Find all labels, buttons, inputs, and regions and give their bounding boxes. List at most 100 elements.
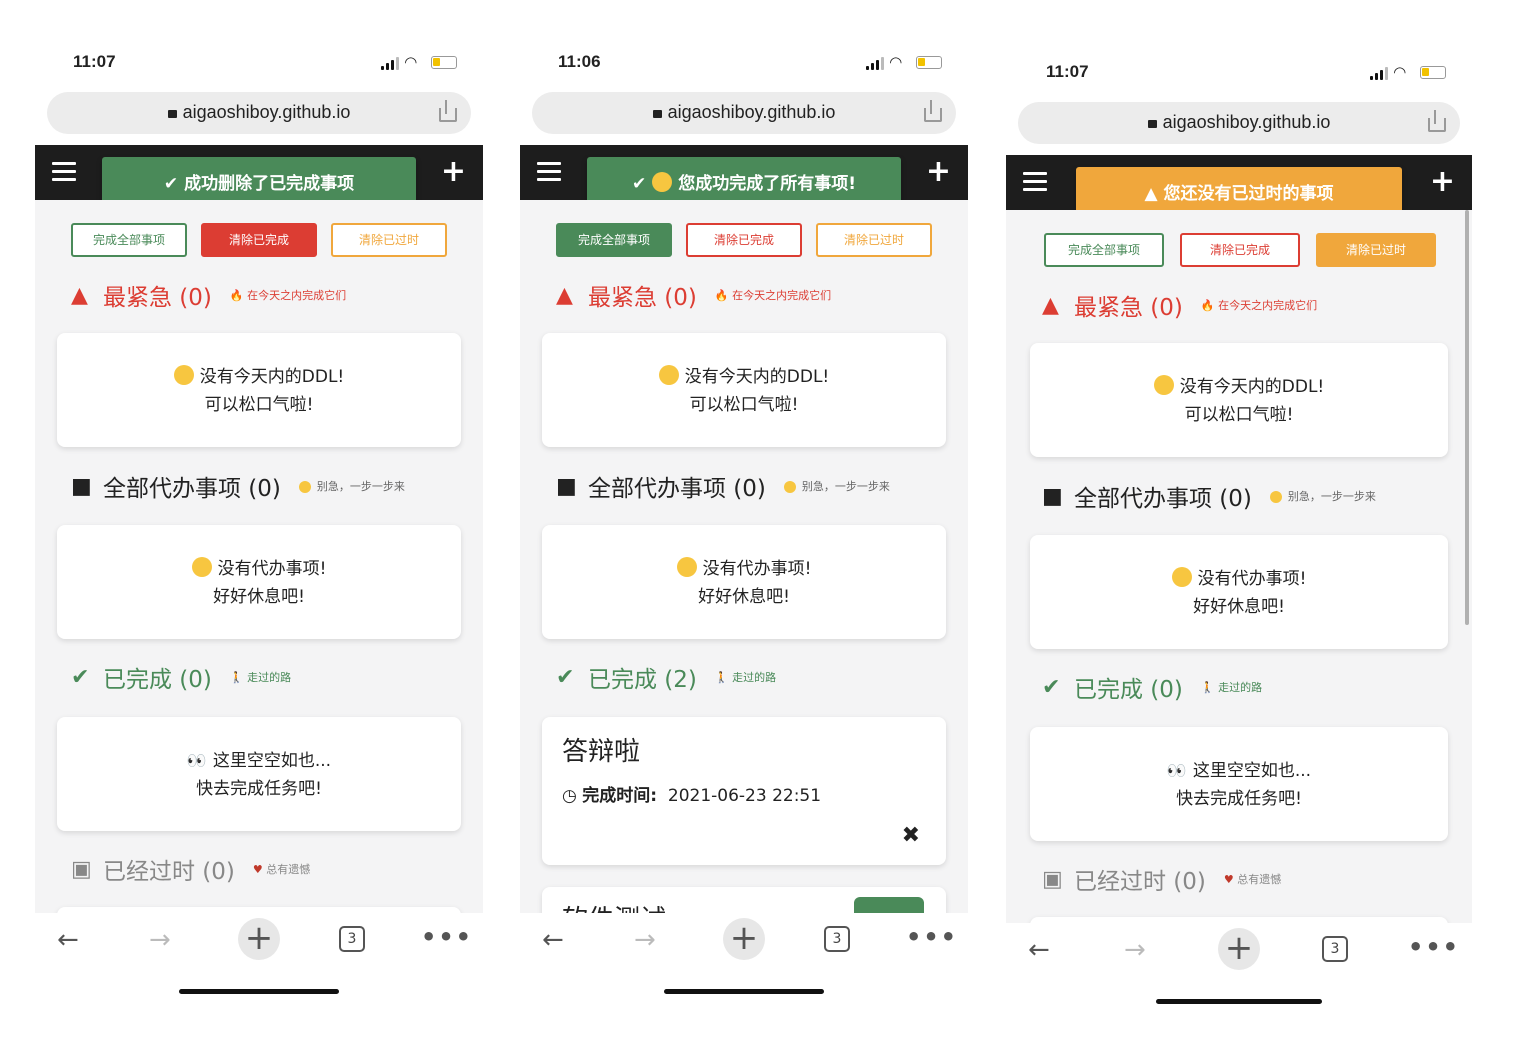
main-content: 完成全部事项 清除已完成 清除已过时 ▲ 最紧急 (0) 🔥 在今天之内完成它们 没… (1006, 210, 1472, 923)
new-tab-icon[interactable]: + (1218, 928, 1260, 970)
overdue-section-header: ▣ 已经过时 (0) ♥ 总有遗憾 (71, 852, 310, 888)
urgent-hint: 在今天之内完成它们 (1218, 299, 1318, 312)
main-content: 完成全部事项 清除已完成 清除已过时 ▲ 最紧急 (0) 🔥 在今天之内完成它们 没… (520, 200, 968, 913)
urgent-empty-line1: 没有今天内的DDL! (199, 367, 345, 387)
status-icons: ◠ (866, 54, 946, 72)
url-text: aigaoshiboy.github.io (667, 102, 836, 122)
status-icons: ◠ (1370, 64, 1450, 82)
todo-section-header: ■ 全部代办事项 (0) 别急，一步一步来 (556, 469, 890, 505)
status-time: 11:06 (558, 52, 601, 71)
complete-all-button[interactable]: 完成全部事项 (556, 223, 672, 257)
todo-title: 全部代办事项 (0) (588, 476, 766, 502)
clear-overdue-button[interactable]: 清除已过时 (1316, 233, 1436, 267)
status-time: 11:07 (1046, 62, 1089, 81)
forward-arrow-icon[interactable]: → (149, 925, 171, 955)
complete-all-button[interactable]: 完成全部事项 (71, 223, 187, 257)
wifi-icon: ◠ (1394, 63, 1406, 81)
new-tab-icon[interactable]: + (723, 918, 765, 960)
tab-count-icon[interactable]: 3 (824, 926, 850, 952)
urgent-empty-line1: 没有今天内的DDL! (1179, 377, 1325, 397)
clear-completed-button[interactable]: 清除已完成 (201, 223, 317, 257)
lock-icon (1147, 120, 1157, 128)
todo-empty-line2: 好好休息吧! (213, 587, 305, 607)
new-tab-icon[interactable]: + (238, 918, 280, 960)
urgent-empty-line1: 没有今天内的DDL! (684, 367, 830, 387)
completed-task-card[interactable]: 软件测试 (542, 887, 946, 913)
more-icon[interactable]: ••• (906, 923, 958, 951)
eyes-icon: 👀 (1166, 761, 1187, 780)
done-title: 已完成 (0) (103, 667, 212, 693)
hamburger-icon[interactable] (537, 162, 561, 182)
address-bar[interactable]: aigaoshiboy.github.io (1018, 102, 1460, 144)
relieved-emoji-icon (173, 365, 194, 385)
close-icon[interactable]: ✖ (902, 823, 920, 848)
done-empty-line2: 快去完成任务吧! (1176, 789, 1302, 809)
todo-hint: 别急，一步一步来 (1287, 490, 1376, 503)
urgent-section-header: ▲ 最紧急 (0) 🔥 在今天之内完成它们 (71, 278, 346, 314)
hamburger-icon[interactable] (52, 162, 76, 182)
clear-overdue-button[interactable]: 清除已过时 (816, 223, 932, 257)
status-time: 11:07 (73, 52, 116, 71)
more-icon[interactable]: ••• (1408, 933, 1460, 961)
lock-icon (652, 110, 662, 118)
status-bar: 11:07 ◠ (35, 0, 483, 71)
smile-emoji-icon (298, 481, 311, 493)
app-header: ✔ 成功删除了已完成事项 + (35, 145, 483, 211)
clear-completed-button[interactable]: 清除已完成 (686, 223, 802, 257)
warning-icon: ▲ (556, 282, 573, 308)
urgent-empty-line2: 可以松口气啦! (204, 395, 314, 415)
scrollbar[interactable] (1465, 210, 1469, 625)
overdue-title: 已经过时 (0) (1074, 869, 1206, 895)
check-icon: ✔ (71, 664, 90, 690)
grin-emoji-icon (652, 172, 673, 192)
calendar-x-icon: ▣ (71, 856, 92, 882)
done-section-header: ✔ 已完成 (0) 🚶 走过的路 (71, 660, 291, 696)
clear-completed-button[interactable]: 清除已完成 (1180, 233, 1300, 267)
plus-icon[interactable]: + (926, 157, 951, 187)
share-icon[interactable] (922, 100, 942, 122)
eyes-icon: 👀 (186, 751, 207, 770)
clock-icon: ◷ (562, 786, 577, 806)
tab-count-icon[interactable]: 3 (1322, 936, 1348, 962)
done-empty-line1: 这里空空如也... (1192, 761, 1312, 781)
hamburger-icon[interactable] (1023, 172, 1047, 192)
battery-icon (431, 56, 457, 69)
share-icon[interactable] (1426, 110, 1446, 132)
tab-count-icon[interactable]: 3 (339, 926, 365, 952)
todo-section-header: ■ 全部代办事项 (0) 别急，一步一步来 (1042, 479, 1376, 515)
star-eyes-emoji-icon (191, 557, 212, 577)
url-text: aigaoshiboy.github.io (182, 102, 351, 122)
done-empty-card: 👀 这里空空如也... 快去完成任务吧! (1030, 727, 1448, 841)
back-arrow-icon[interactable]: ← (1028, 935, 1050, 965)
address-bar[interactable]: aigaoshiboy.github.io (532, 92, 956, 134)
address-bar[interactable]: aigaoshiboy.github.io (47, 92, 471, 134)
plus-icon[interactable]: + (441, 157, 466, 187)
calendar-x-icon: ▣ (1042, 866, 1063, 892)
note-icon: ■ (71, 473, 92, 499)
urgent-title: 最紧急 (0) (588, 285, 697, 311)
home-indicator (179, 989, 339, 994)
clear-overdue-button[interactable]: 清除已过时 (331, 223, 447, 257)
forward-arrow-icon[interactable]: → (1124, 935, 1146, 965)
task-title: 答辩啦 (562, 737, 641, 767)
relieved-emoji-icon (1153, 375, 1174, 395)
completed-task-card[interactable]: 答辩啦 ◷ 完成时间: 2021-06-23 22:51 ✖ (542, 717, 946, 865)
task-action-button[interactable] (854, 897, 924, 913)
share-icon[interactable] (437, 100, 457, 122)
smile-emoji-icon (783, 481, 796, 493)
task-title: 软件测试 (562, 899, 666, 913)
status-bar: 11:07 ◠ (1006, 0, 1472, 81)
back-arrow-icon[interactable]: ← (542, 925, 564, 955)
more-icon[interactable]: ••• (421, 923, 473, 951)
back-arrow-icon[interactable]: ← (57, 925, 79, 955)
plus-icon[interactable]: + (1430, 167, 1455, 197)
urgent-empty-line2: 可以松口气啦! (1184, 405, 1294, 425)
forward-arrow-icon[interactable]: → (634, 925, 656, 955)
todo-empty-line2: 好好休息吧! (698, 587, 790, 607)
overdue-hint: 总有遗憾 (266, 863, 311, 876)
complete-all-button[interactable]: 完成全部事项 (1044, 233, 1164, 267)
home-indicator (1156, 999, 1322, 1004)
warning-icon: ▲ (1042, 292, 1059, 318)
toast-text: 您成功完成了所有事项! (678, 174, 856, 194)
done-empty-line1: 这里空空如也... (212, 751, 332, 771)
